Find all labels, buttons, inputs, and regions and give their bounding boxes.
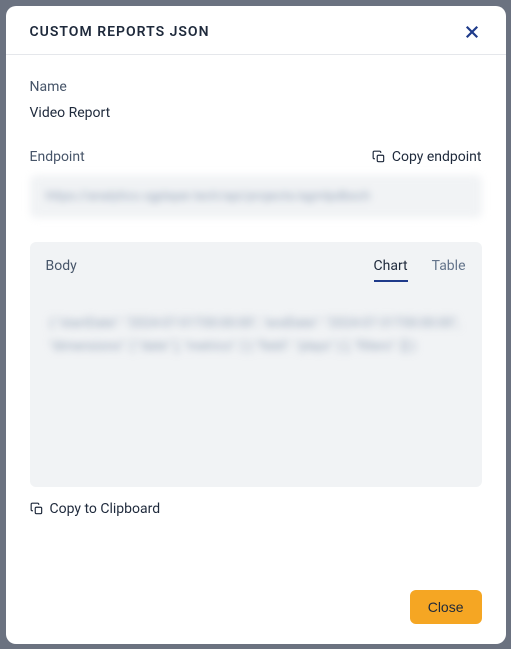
body-tabs: Chart Table: [374, 258, 466, 282]
custom-reports-modal: CUSTOM REPORTS JSON Name Video Report En…: [6, 6, 506, 644]
copy-icon: [372, 150, 386, 164]
name-label: Name: [30, 79, 482, 95]
modal-footer: Close: [6, 574, 506, 644]
name-value: Video Report: [30, 105, 482, 121]
tab-chart[interactable]: Chart: [374, 258, 408, 282]
modal-title: CUSTOM REPORTS JSON: [30, 24, 210, 40]
body-panel: Body Chart Table { "startDate": "2024-07…: [30, 242, 482, 487]
endpoint-value: https://analytics.vgplayer.tech/api/proj…: [30, 175, 482, 218]
modal-body: Name Video Report Endpoint Copy endpoint…: [6, 55, 506, 574]
copy-icon: [30, 502, 44, 516]
close-icon[interactable]: [462, 22, 482, 42]
copy-endpoint-button[interactable]: Copy endpoint: [372, 149, 482, 165]
modal-header: CUSTOM REPORTS JSON: [6, 6, 506, 55]
copy-clipboard-button[interactable]: Copy to Clipboard: [30, 501, 482, 517]
body-panel-header: Body Chart Table: [46, 258, 466, 282]
body-label: Body: [46, 258, 77, 274]
copy-endpoint-label: Copy endpoint: [392, 149, 482, 165]
close-button[interactable]: Close: [410, 590, 482, 624]
endpoint-row: Endpoint Copy endpoint: [30, 149, 482, 165]
tab-table[interactable]: Table: [432, 258, 466, 282]
copy-clipboard-label: Copy to Clipboard: [50, 501, 161, 517]
endpoint-label: Endpoint: [30, 149, 85, 165]
body-content: { "startDate": "2024-07-01T00:00:00", "e…: [46, 312, 466, 359]
